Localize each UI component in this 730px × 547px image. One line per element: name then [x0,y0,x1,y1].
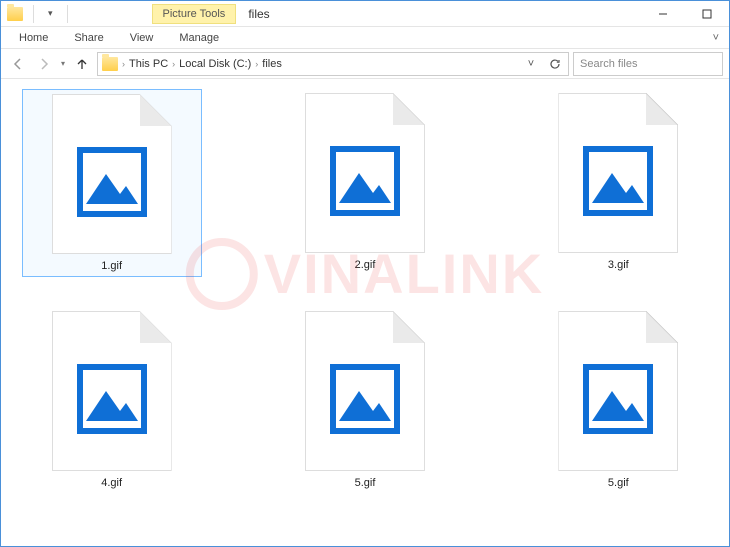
file-thumbnail [305,93,425,253]
chevron-right-icon[interactable]: › [170,59,177,69]
qat-dropdown-icon[interactable]: ▾ [44,8,57,19]
file-item[interactable]: 1.gif [22,89,202,277]
chevron-right-icon[interactable]: › [120,59,127,69]
file-thumbnail [52,311,172,471]
file-label: 5.gif [355,477,376,489]
file-label: 4.gif [101,477,122,489]
file-label: 3.gif [608,259,629,271]
history-dropdown-icon[interactable]: ▾ [59,59,67,68]
folder-icon [102,57,118,71]
app-icon [7,7,23,21]
file-item[interactable]: 3.gif [528,89,708,277]
tab-share[interactable]: Share [62,29,115,47]
file-item[interactable]: 2.gif [275,89,455,277]
minimize-button[interactable] [641,1,685,27]
search-input[interactable]: Search files [573,52,723,76]
back-button[interactable] [7,53,29,75]
file-item[interactable]: 5.gif [528,307,708,493]
file-thumbnail [558,93,678,253]
up-button[interactable] [71,53,93,75]
address-dropdown-icon[interactable]: ˅ [522,58,540,70]
file-label: 1.gif [101,260,122,272]
tab-home[interactable]: Home [7,29,60,47]
search-placeholder: Search files [580,58,637,70]
file-label: 2.gif [355,259,376,271]
dogear-icon [393,93,425,125]
tab-view[interactable]: View [118,29,166,47]
file-thumbnail [305,311,425,471]
titlebar: ▾ Picture Tools files [1,1,729,27]
breadcrumb-segment[interactable]: This PC [129,58,168,70]
ribbon-expand-icon[interactable]: ˅ [703,32,729,44]
dogear-icon [646,93,678,125]
forward-button[interactable] [33,53,55,75]
file-item[interactable]: 5.gif [275,307,455,493]
file-thumbnail [52,94,172,254]
dogear-icon [140,311,172,343]
dogear-icon [646,311,678,343]
dogear-icon [393,311,425,343]
chevron-right-icon[interactable]: › [253,59,260,69]
breadcrumb-segment[interactable]: Local Disk (C:) [179,58,251,70]
tab-manage[interactable]: Manage [167,29,231,47]
maximize-button[interactable] [685,1,729,27]
refresh-button[interactable] [546,58,564,70]
file-label: 5.gif [608,477,629,489]
navbar: ▾ › This PC › Local Disk (C:) › files ˅ … [1,49,729,79]
divider [67,5,68,23]
window-title: files [248,7,269,21]
ribbon-tabs: Home Share View Manage ˅ [1,27,729,49]
file-grid: 1.gif 2.gif 3.gif [1,79,729,503]
file-thumbnail [558,311,678,471]
address-bar[interactable]: › This PC › Local Disk (C:) › files ˅ [97,52,569,76]
breadcrumb-segment[interactable]: files [262,58,282,70]
dogear-icon [140,94,172,126]
divider [33,5,34,23]
contextual-tab-label[interactable]: Picture Tools [152,4,237,24]
file-item[interactable]: 4.gif [22,307,202,493]
